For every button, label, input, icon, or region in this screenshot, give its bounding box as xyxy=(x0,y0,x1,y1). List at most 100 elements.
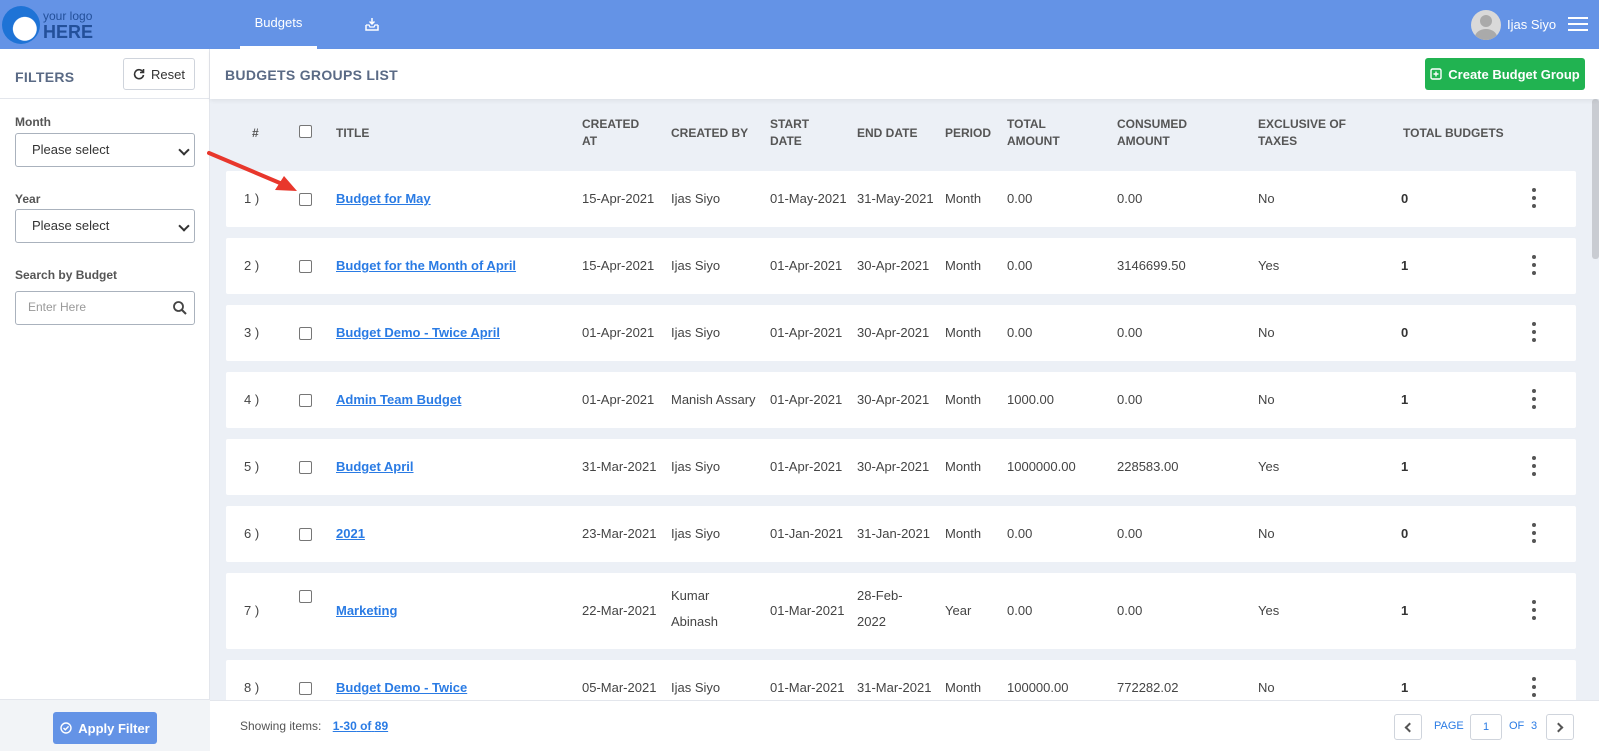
budget-title-link[interactable]: Budget April xyxy=(336,454,414,480)
select-all-checkbox[interactable] xyxy=(299,125,312,138)
row-checkbox[interactable] xyxy=(299,590,312,603)
page-count: 3 xyxy=(1531,720,1538,732)
col-end-date[interactable]: END DATE xyxy=(857,125,917,142)
exclusive-of-taxes: No xyxy=(1258,680,1275,695)
created-by: Ijas Siyo xyxy=(671,459,721,474)
total-amount: 0.00 xyxy=(1007,258,1033,273)
user-name[interactable]: Ijas Siyo xyxy=(1507,17,1556,32)
annotation-arrow-icon xyxy=(207,151,297,191)
search-icon[interactable] xyxy=(172,300,188,316)
budget-title-link[interactable]: Budget for the Month of April xyxy=(336,253,516,279)
created-at: 01-Apr-2021 xyxy=(582,392,655,407)
period: Month xyxy=(945,459,982,474)
chevron-down-icon xyxy=(178,220,190,232)
total-budgets: 1 xyxy=(1401,680,1409,695)
total-amount: 1000000.00 xyxy=(1007,459,1076,474)
avatar[interactable] xyxy=(1471,10,1501,40)
end-date: 30-Apr-2021 xyxy=(857,258,930,273)
create-budget-group-button[interactable]: Create Budget Group xyxy=(1425,58,1585,90)
start-date: 01-Apr-2021 xyxy=(770,325,843,340)
consumed-amount: 0.00 xyxy=(1117,526,1143,541)
col-total-budgets[interactable]: TOTAL BUDGETS xyxy=(1403,125,1504,142)
of-label: OF xyxy=(1509,720,1525,732)
showing-items: Showing items: 1-30 of 89 xyxy=(240,719,388,733)
main-header: BUDGETS GROUPS LIST Create Budget Group xyxy=(210,49,1599,99)
col-period[interactable]: PERIOD xyxy=(945,125,991,142)
row-checkbox[interactable] xyxy=(299,528,312,541)
end-date: 30-Apr-2021 xyxy=(857,459,930,474)
exclusive-of-taxes: No xyxy=(1258,325,1275,340)
month-select-value: Please select xyxy=(32,142,110,157)
col-total-amount[interactable]: TOTAL AMOUNT xyxy=(1007,116,1060,150)
showing-range-link[interactable]: 1-30 of 89 xyxy=(333,719,388,733)
col-start-date[interactable]: START DATE xyxy=(770,116,809,150)
row-checkbox[interactable] xyxy=(299,260,312,273)
more-options-icon[interactable] xyxy=(1531,188,1537,210)
budget-title-link[interactable]: Admin Team Budget xyxy=(336,387,461,413)
total-budgets: 1 xyxy=(1401,603,1409,618)
budget-title-link[interactable]: Marketing xyxy=(336,598,397,624)
created-at: 31-Mar-2021 xyxy=(582,459,657,474)
row-checkbox[interactable] xyxy=(299,394,312,407)
created-by: Ijas Siyo xyxy=(671,258,721,273)
row-checkbox[interactable] xyxy=(299,327,312,340)
end-date: 31-Mar-2021 xyxy=(857,680,932,695)
total-amount: 0.00 xyxy=(1007,191,1033,206)
more-options-icon[interactable] xyxy=(1531,523,1537,545)
created-at: 15-Apr-2021 xyxy=(582,258,655,273)
top-navbar: your logo HERE Budgets Ijas Siyo xyxy=(0,0,1599,49)
row-checkbox[interactable] xyxy=(299,461,312,474)
created-by: Kumar Abinash xyxy=(671,588,718,629)
col-created-at[interactable]: CREATED AT xyxy=(582,116,639,150)
budget-title-link[interactable]: Budget Demo - Twice April xyxy=(336,320,500,346)
budget-title-link[interactable]: Budget for May xyxy=(336,186,431,212)
more-options-icon[interactable] xyxy=(1531,389,1537,411)
consumed-amount: 228583.00 xyxy=(1117,459,1179,474)
refresh-icon xyxy=(133,68,145,80)
apply-filter-button[interactable]: Apply Filter xyxy=(53,712,157,744)
prev-page-button[interactable] xyxy=(1394,714,1422,740)
search-input[interactable] xyxy=(28,300,168,314)
col-title[interactable]: TITLE xyxy=(336,125,369,142)
nav-tab-budgets[interactable]: Budgets xyxy=(240,0,317,49)
end-date: 31-May-2021 xyxy=(857,191,934,206)
row-number: 2 ) xyxy=(244,258,260,273)
table-row: 5 ) Budget April 31-Mar-2021 Ijas Siyo 0… xyxy=(226,439,1576,495)
next-page-button[interactable] xyxy=(1546,714,1574,740)
table-header: # TITLE CREATED AT CREATED BY START DATE… xyxy=(226,99,1576,169)
search-budget-field[interactable] xyxy=(15,291,195,325)
row-number: 4 ) xyxy=(244,392,260,407)
table-row: 2 ) Budget for the Month of April 15-Apr… xyxy=(226,238,1576,294)
logo-text-line1: your logo xyxy=(43,9,93,23)
consumed-amount: 772282.02 xyxy=(1117,680,1179,695)
col-consumed-amount[interactable]: CONSUMED AMOUNT xyxy=(1117,116,1187,150)
col-created-by[interactable]: CREATED BY xyxy=(671,125,748,142)
end-date: 30-Apr-2021 xyxy=(857,325,930,340)
more-options-icon[interactable] xyxy=(1531,322,1537,344)
logo-text-line2: HERE xyxy=(43,22,94,42)
hamburger-menu-icon[interactable] xyxy=(1568,17,1588,32)
budget-title-link[interactable]: Budget Demo - Twice xyxy=(336,675,467,700)
page-number-input[interactable]: 1 xyxy=(1470,714,1502,740)
more-options-icon[interactable] xyxy=(1531,677,1537,699)
page-label: PAGE xyxy=(1434,720,1464,732)
logo[interactable]: your logo HERE xyxy=(2,4,102,46)
created-by: Manish Assary xyxy=(671,392,756,407)
year-select[interactable]: Please select xyxy=(15,209,195,243)
vertical-scrollbar[interactable] xyxy=(1592,99,1599,259)
row-checkbox[interactable] xyxy=(299,682,312,695)
col-exclusive-of-taxes[interactable]: EXCLUSIVE OF TAXES xyxy=(1258,116,1346,150)
more-options-icon[interactable] xyxy=(1531,600,1537,622)
more-options-icon[interactable] xyxy=(1531,456,1537,478)
end-date: 30-Apr-2021 xyxy=(857,392,930,407)
month-select[interactable]: Please select xyxy=(15,133,195,167)
budget-title-link[interactable]: 2021 xyxy=(336,521,365,547)
chevron-right-icon xyxy=(1553,722,1564,733)
more-options-icon[interactable] xyxy=(1531,255,1537,277)
table-row: 7 ) Marketing 22-Mar-2021 Kumar Abinash … xyxy=(226,573,1576,649)
created-by: Ijas Siyo xyxy=(671,526,721,541)
sidebar-footer: Apply Filter xyxy=(0,699,210,751)
reset-button[interactable]: Reset xyxy=(123,58,195,90)
total-budgets: 0 xyxy=(1401,191,1409,206)
inbox-download-icon[interactable] xyxy=(364,16,380,32)
